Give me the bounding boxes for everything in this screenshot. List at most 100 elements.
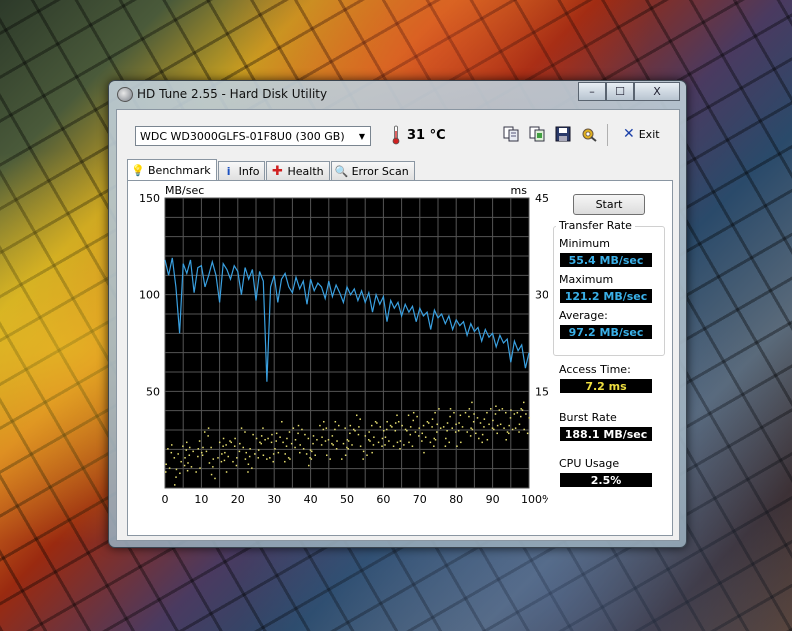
access-time-point: [509, 417, 512, 419]
cpu-usage-label: CPU Usage: [559, 457, 620, 470]
access-time-point: [214, 477, 216, 480]
close-button[interactable]: X: [634, 82, 680, 101]
access-time-point: [518, 431, 520, 433]
access-time-point: [486, 439, 489, 441]
access-time-point: [235, 464, 238, 467]
access-time-point: [391, 426, 393, 428]
access-time-point: [506, 431, 509, 433]
save-icon[interactable]: [554, 125, 572, 143]
access-time-point: [449, 408, 452, 410]
tab-error-scan[interactable]: 🔍 Error Scan: [330, 161, 415, 180]
maximize-button[interactable]: ☐: [606, 82, 634, 101]
access-time-point: [221, 453, 223, 455]
access-time-point: [510, 409, 512, 411]
copy-icon[interactable]: [502, 125, 520, 143]
average-label: Average:: [559, 309, 608, 322]
options-icon[interactable]: [580, 125, 598, 143]
access-time-point: [448, 441, 450, 444]
exit-button[interactable]: ✕ Exit: [623, 126, 660, 142]
access-time-point: [244, 431, 246, 433]
burst-rate-label: Burst Rate: [559, 411, 617, 424]
access-time-point: [302, 448, 305, 450]
minimize-button[interactable]: –: [578, 82, 606, 101]
access-time-point: [260, 435, 263, 437]
access-time-point: [418, 435, 420, 437]
copy-info-icon[interactable]: [528, 125, 546, 143]
access-time-point: [175, 476, 177, 478]
x-tick-label: 30: [267, 493, 281, 506]
thermometer-icon: [392, 125, 400, 145]
access-time-point: [505, 439, 507, 441]
access-time-point: [220, 460, 223, 463]
close-icon: X: [653, 85, 661, 98]
tab-info[interactable]: i Info: [217, 161, 266, 180]
access-time-point: [326, 454, 328, 456]
access-time-point: [182, 445, 184, 447]
access-time-point: [513, 413, 516, 415]
access-time-point: [173, 457, 176, 459]
access-time-point: [370, 424, 373, 427]
access-time-point: [528, 417, 531, 419]
access-time-point: [290, 442, 293, 445]
x-tick-label: 20: [231, 493, 245, 506]
tab-health[interactable]: ✚ Health: [266, 161, 330, 180]
access-time-point: [416, 415, 418, 418]
access-time-point: [412, 419, 415, 422]
access-time-point: [481, 433, 484, 436]
access-time-point: [366, 454, 368, 456]
access-time-point: [320, 444, 323, 446]
title-bar[interactable]: HD Tune 2.55 - Hard Disk Utility – ☐ X: [109, 81, 686, 107]
access-time-point: [490, 408, 492, 410]
access-time-point: [494, 413, 497, 415]
access-time-point: [319, 424, 321, 427]
access-time-point: [344, 454, 347, 456]
access-time-point: [496, 424, 499, 427]
tab-benchmark[interactable]: 💡 Benchmark: [127, 159, 217, 181]
access-time-point: [285, 445, 288, 447]
access-time-point: [342, 442, 345, 445]
access-time-point: [207, 435, 209, 437]
temperature-readout: 31 °C: [407, 128, 446, 143]
access-time-point: [324, 440, 327, 442]
tab-bar: 💡 Benchmark i Info ✚ Health 🔍 Error Scan: [127, 158, 416, 181]
access-time-point: [478, 437, 480, 440]
access-time-point: [399, 448, 401, 450]
access-time-point: [335, 448, 338, 450]
toolbar: WDC WD3000GLFS-01F8U0 (300 GB) ▼ 31 °C ✕…: [117, 110, 679, 156]
access-time-point: [299, 444, 301, 446]
access-time-point: [379, 426, 382, 428]
access-time-point: [434, 411, 436, 414]
access-time-point: [200, 451, 203, 454]
access-time-point: [369, 440, 371, 442]
start-button[interactable]: Start: [573, 194, 645, 215]
drive-select[interactable]: WDC WD3000GLFS-01F8U0 (300 GB) ▼: [135, 126, 371, 146]
x-tick-label: 70: [413, 493, 427, 506]
access-time-point: [438, 408, 440, 410]
access-time-point: [374, 420, 377, 423]
access-time-point: [199, 467, 201, 469]
access-time-point: [247, 471, 249, 473]
access-time-point: [381, 437, 384, 440]
maximize-icon: ☐: [615, 85, 625, 98]
access-time-point: [368, 431, 370, 433]
access-time-point: [308, 464, 310, 467]
access-time-point: [434, 439, 437, 441]
access-time-point: [511, 428, 514, 431]
access-time-point: [244, 458, 247, 460]
access-time-point: [165, 463, 167, 466]
access-time-point: [421, 432, 424, 435]
access-time-point: [274, 448, 276, 450]
access-time-point: [331, 435, 334, 437]
access-time-point: [453, 411, 455, 414]
access-time-point: [346, 446, 348, 449]
access-time-point: [382, 430, 385, 432]
access-time-point: [331, 442, 333, 445]
access-time-point: [388, 440, 390, 442]
access-time-point: [384, 444, 386, 446]
toolbar-separator: [607, 124, 608, 146]
access-time-point: [407, 414, 410, 417]
access-time-point: [403, 444, 405, 446]
access-time-point: [492, 419, 494, 422]
access-time-point: [336, 440, 338, 442]
burst-rate-value: 188.1 MB/sec: [560, 427, 652, 441]
